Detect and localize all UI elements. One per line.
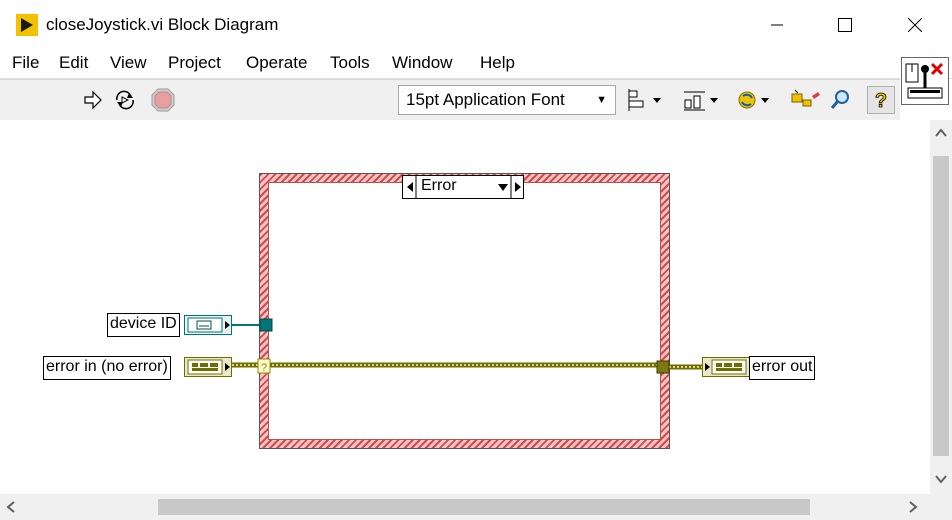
wires-layer: ? bbox=[232, 318, 704, 374]
selector-terminal-glyph: ? bbox=[261, 362, 267, 374]
menu-view[interactable]: View bbox=[110, 53, 147, 73]
chevron-down-icon: ▼ bbox=[596, 94, 607, 106]
horizontal-scrollbar[interactable] bbox=[0, 494, 930, 520]
run-continuously-icon[interactable] bbox=[112, 86, 138, 114]
context-help-button[interactable]: ? bbox=[867, 86, 895, 114]
search-icon[interactable] bbox=[826, 86, 856, 114]
vi-icon[interactable] bbox=[901, 57, 949, 105]
error-out-tunnel[interactable] bbox=[656, 360, 670, 374]
run-arrow-icon[interactable] bbox=[82, 86, 104, 114]
minimize-button[interactable] bbox=[754, 0, 800, 50]
device-id-label[interactable]: device ID bbox=[107, 313, 180, 337]
error-in-label[interactable]: error in (no error) bbox=[43, 356, 171, 380]
menu-edit[interactable]: Edit bbox=[59, 53, 88, 73]
close-button[interactable] bbox=[892, 0, 938, 50]
error-in-terminal[interactable] bbox=[184, 357, 232, 377]
horizontal-scroll-thumb[interactable] bbox=[158, 499, 810, 515]
menu-tools[interactable]: Tools bbox=[330, 53, 370, 73]
menu-help[interactable]: Help bbox=[480, 53, 515, 73]
menu-bar: File Edit View Project Operate Tools Win… bbox=[0, 50, 952, 79]
maximize-button[interactable] bbox=[822, 0, 868, 50]
distribute-objects-icon[interactable] bbox=[682, 86, 724, 114]
menu-project[interactable]: Project bbox=[168, 53, 221, 73]
scroll-right-icon[interactable] bbox=[908, 501, 918, 513]
device-id-tunnel[interactable] bbox=[259, 318, 273, 332]
align-objects-icon[interactable] bbox=[626, 86, 668, 114]
scroll-down-icon[interactable] bbox=[935, 474, 947, 484]
reorder-icon[interactable] bbox=[736, 86, 778, 114]
svg-text:?: ? bbox=[875, 90, 887, 111]
scroll-up-icon[interactable] bbox=[935, 128, 947, 138]
vertical-scroll-thumb[interactable] bbox=[933, 156, 949, 456]
title-bar: closeJoystick.vi Block Diagram bbox=[0, 0, 952, 50]
error-out-terminal[interactable] bbox=[702, 357, 750, 377]
abort-execution-icon[interactable] bbox=[150, 86, 176, 114]
menu-window[interactable]: Window bbox=[392, 53, 452, 73]
toolbar: 15pt Application Font ▼ ? bbox=[0, 79, 900, 121]
device-id-terminal[interactable] bbox=[184, 315, 232, 335]
cleanup-diagram-icon[interactable] bbox=[790, 86, 824, 114]
block-diagram-canvas[interactable]: Error ? device ID error in (no error) er… bbox=[0, 120, 930, 494]
menu-operate[interactable]: Operate bbox=[246, 53, 307, 73]
font-select-value: 15pt Application Font bbox=[406, 90, 565, 109]
menu-file[interactable]: File bbox=[12, 53, 39, 73]
error-out-label[interactable]: error out bbox=[749, 356, 816, 380]
error-cluster-wire[interactable] bbox=[232, 362, 704, 370]
window-title: closeJoystick.vi Block Diagram bbox=[46, 15, 279, 34]
vertical-scrollbar[interactable] bbox=[930, 120, 952, 494]
font-select[interactable]: 15pt Application Font ▼ bbox=[398, 85, 616, 115]
scroll-left-icon[interactable] bbox=[6, 501, 16, 513]
labview-app-icon bbox=[16, 14, 38, 36]
scrollbar-corner bbox=[930, 494, 952, 520]
